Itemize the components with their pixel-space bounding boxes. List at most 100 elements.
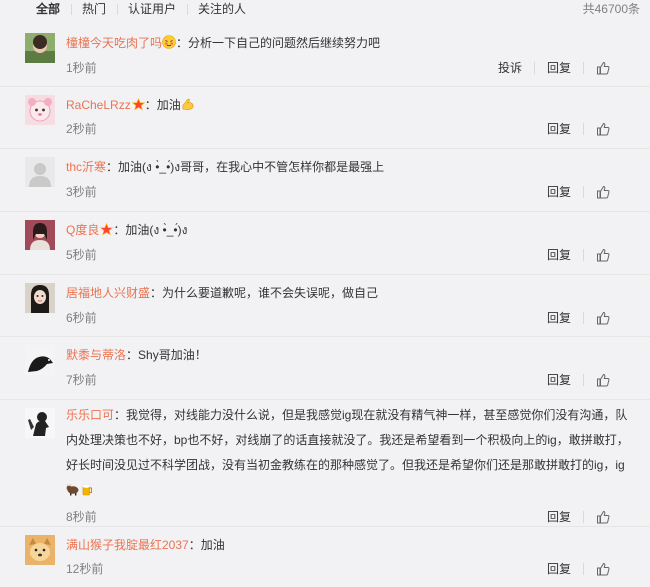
comment-item: Q度良 ：加油(ง •̀_•́)ง 5秒前 回复: [0, 212, 650, 275]
comment-time: 2秒前: [66, 122, 97, 136]
reply-button[interactable]: 回复: [547, 369, 571, 391]
comment-actions: 回复: [547, 558, 610, 580]
comment-text: 橦橦今天吃肉了吗 ：分析一下自己的问题然后继续努力吧: [66, 30, 630, 56]
comment-meta: 12秒前 回复: [66, 558, 630, 580]
comment-actions: 回复: [547, 369, 610, 391]
avatar[interactable]: [25, 345, 55, 375]
reply-button[interactable]: 回复: [547, 307, 571, 329]
action-divider: [583, 374, 584, 386]
comment-time: 8秒前: [66, 510, 97, 524]
comment-time: 12秒前: [66, 562, 104, 576]
comment-actions: 回复: [547, 506, 610, 528]
comment-item: 默黍与蒂洛：Shy哥加油！ 7秒前 回复: [0, 337, 650, 400]
comment-item: 满山猴子我腚最红2037：加油 12秒前 回复: [0, 527, 650, 587]
thumbs-up-icon[interactable]: [596, 311, 610, 325]
tab-verified-users[interactable]: 认证用户: [117, 0, 187, 18]
thumbs-up-icon[interactable]: [596, 510, 610, 524]
username-link[interactable]: 乐乐口可: [66, 408, 114, 422]
comment-body: ：为什么要道歉呢，谁不会失误呢，做自己: [150, 286, 379, 300]
thumbs-up-icon[interactable]: [596, 122, 610, 136]
comment-meta: 1秒前 投诉 回复: [66, 57, 630, 79]
action-divider: [533, 62, 535, 74]
username-link[interactable]: 满山猴子我腚最红2037: [66, 538, 189, 552]
avatar[interactable]: [25, 95, 55, 125]
avatar[interactable]: [25, 283, 55, 313]
comment-text: 乐乐口可：我觉得，对线能力没什么说，但是我感觉ig现在就没有精气神一样，甚至感觉…: [66, 400, 630, 503]
username-link[interactable]: RaCheLRzz: [66, 98, 131, 112]
comment-body: ：加油: [144, 98, 181, 112]
comment-text: thc沂寒：加油(ง •̀_•́)ง哥哥，在我心中不管怎样你都是最强上: [66, 149, 630, 180]
action-divider: [583, 563, 584, 575]
reply-button[interactable]: 回复: [547, 506, 571, 528]
comment-text: RaCheLRzz ：加油: [66, 87, 630, 118]
avatar[interactable]: [25, 157, 55, 187]
thumbs-up-icon[interactable]: [596, 373, 610, 387]
comment-item: 居福地人兴财盛：为什么要道歉呢，谁不会失误呢，做自己 6秒前 回复: [0, 275, 650, 337]
avatar[interactable]: [25, 535, 55, 565]
comment-body: ：Shy哥加油！: [126, 348, 207, 362]
username-link[interactable]: 居福地人兴财盛: [66, 286, 150, 300]
reply-button[interactable]: 回复: [547, 181, 571, 203]
action-divider: [583, 62, 584, 74]
comment-text: 居福地人兴财盛：为什么要道歉呢，谁不会失误呢，做自己: [66, 275, 630, 306]
comment-actions: 回复: [547, 307, 610, 329]
action-divider: [583, 511, 584, 523]
avatar[interactable]: [25, 220, 55, 250]
thumbs-up-icon[interactable]: [596, 562, 610, 576]
comment-actions: 投诉 回复: [498, 57, 610, 79]
action-divider: [583, 186, 584, 198]
comment-body: ：分析一下自己的问题然后继续努力吧: [176, 36, 381, 50]
comment-time: 6秒前: [66, 311, 97, 325]
avatar[interactable]: [25, 408, 55, 438]
flexed-biceps-icon: [182, 98, 194, 110]
comment-item: thc沂寒：加油(ง •̀_•́)ง哥哥，在我心中不管怎样你都是最强上 3秒前 …: [0, 149, 650, 212]
comment-time: 5秒前: [66, 248, 97, 262]
comment-item: RaCheLRzz ：加油 2秒前 回复: [0, 87, 650, 149]
comment-meta: 3秒前 回复: [66, 181, 630, 203]
reply-button[interactable]: 回复: [547, 558, 571, 580]
comment-text: Q度良 ：加油(ง •̀_•́)ง: [66, 212, 630, 243]
comment-total-count: 共46700条: [582, 2, 640, 16]
filter-tabs: 全部 热门 认证用户 关注的人 共46700条: [0, 0, 650, 18]
comment-meta: 2秒前 回复: [66, 118, 630, 140]
avatar[interactable]: [25, 33, 55, 63]
thumbs-up-icon[interactable]: [596, 248, 610, 262]
comment-body: ：加油(ง •̀_•́)ง哥哥，在我心中不管怎样你都是最强上: [106, 160, 385, 174]
comment-meta: 7秒前 回复: [66, 369, 630, 391]
comment-meta: 8秒前 回复: [66, 506, 630, 528]
comment-actions: 回复: [547, 118, 610, 140]
comment-item: 橦橦今天吃肉了吗 ：分析一下自己的问题然后继续努力吧 1秒前 投诉 回复: [0, 30, 650, 87]
comment-actions: 回复: [547, 181, 610, 203]
reply-button[interactable]: 回复: [547, 57, 571, 79]
username-link[interactable]: 橦橦今天吃肉了吗: [66, 36, 162, 50]
tab-following[interactable]: 关注的人: [187, 0, 257, 18]
comment-actions: 回复: [547, 244, 610, 266]
tab-hot[interactable]: 热门: [71, 0, 117, 18]
comment-time: 3秒前: [66, 185, 97, 199]
comment-meta: 6秒前 回复: [66, 307, 630, 329]
comment-body: ：加油: [188, 538, 225, 552]
username-link[interactable]: Q度良: [66, 223, 99, 237]
reply-button[interactable]: 回复: [547, 244, 571, 266]
vip-star-icon: [100, 223, 114, 236]
comment-body: ：我觉得，对线能力没什么说，但是我感觉ig现在就没有精气神一样，甚至感觉你们没有…: [66, 408, 629, 472]
comment-time: 1秒前: [66, 61, 97, 75]
comment-item: 乐乐口可：我觉得，对线能力没什么说，但是我感觉ig现在就没有精气神一样，甚至感觉…: [0, 400, 650, 527]
cow-icon: [66, 483, 79, 496]
beer-icon: [82, 483, 92, 496]
action-divider: [583, 249, 584, 261]
comment-body: ：加油(ง •̀_•́)ง: [113, 223, 188, 237]
comment-text: 满山猴子我腚最红2037：加油: [66, 527, 630, 558]
username-link[interactable]: thc沂寒: [66, 160, 106, 174]
tab-all[interactable]: 全部: [0, 0, 71, 18]
blushing-face-icon: [162, 35, 176, 49]
vip-star-icon: [131, 98, 145, 111]
username-link[interactable]: 默黍与蒂洛: [66, 348, 126, 362]
comment-time: 7秒前: [66, 373, 97, 387]
report-button[interactable]: 投诉: [498, 57, 522, 79]
reply-button[interactable]: 回复: [547, 118, 571, 140]
comment-meta: 5秒前 回复: [66, 244, 630, 266]
action-divider: [583, 123, 584, 135]
thumbs-up-icon[interactable]: [596, 61, 610, 75]
thumbs-up-icon[interactable]: [596, 185, 610, 199]
